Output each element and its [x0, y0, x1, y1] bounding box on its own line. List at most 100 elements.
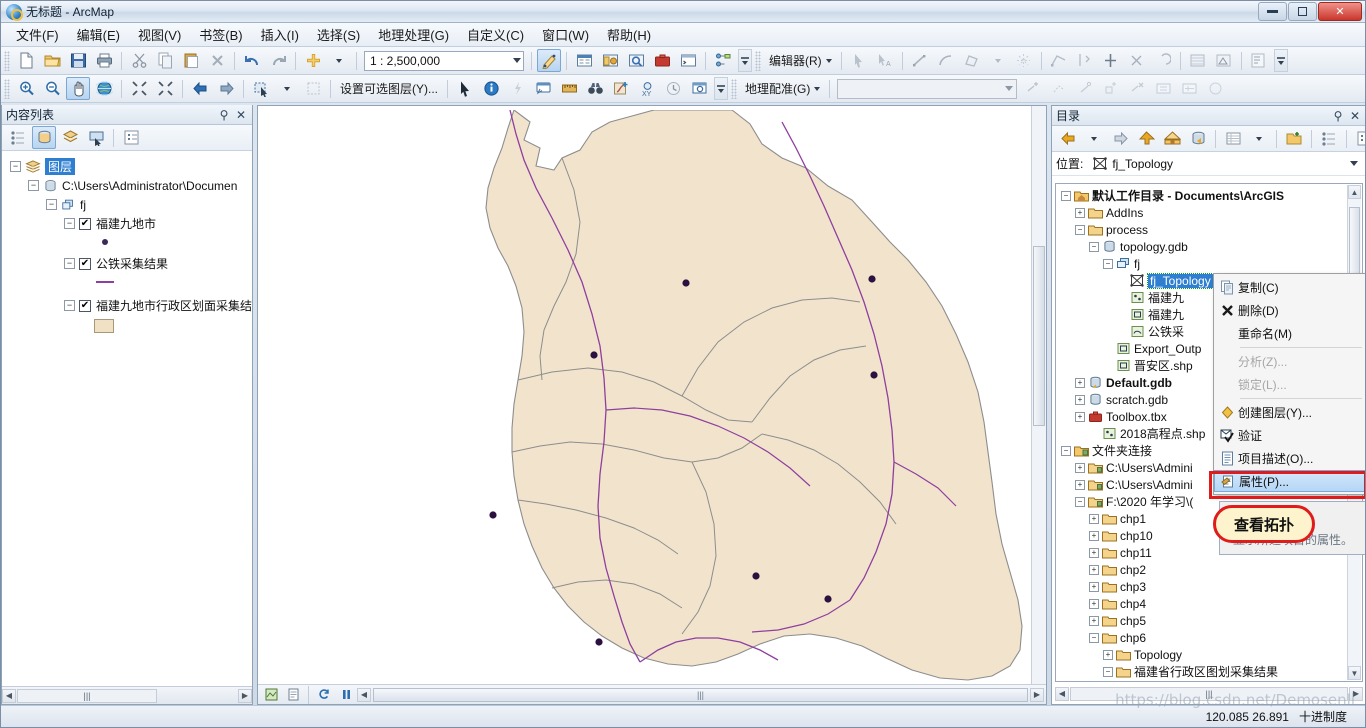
context-menu-item-properties[interactable]: 属性(P)... — [1214, 470, 1365, 492]
map-scroll-left-button[interactable]: ◀ — [357, 687, 371, 702]
select-features-button[interactable] — [249, 77, 273, 100]
add-data-dropdown[interactable] — [327, 49, 351, 72]
expander-collapse-icon[interactable]: − — [64, 300, 75, 311]
zoom-out-button[interactable] — [40, 77, 64, 100]
toc-options-button[interactable] — [119, 126, 143, 149]
catalog-toggle-contents-button[interactable] — [1221, 127, 1245, 150]
map-horizontal-scroll-thumb[interactable]: ||| — [373, 687, 1028, 702]
expander-expand-icon[interactable]: + — [1089, 513, 1099, 524]
catalog-scroll-up-button[interactable]: ▲ — [1348, 185, 1361, 199]
editor-toolbar-button[interactable] — [537, 49, 561, 72]
catalog-node-chp6[interactable]: − chp6 — [1059, 629, 1362, 646]
copy-button[interactable] — [153, 49, 177, 72]
context-menu-item-create-layer[interactable]: 创建图层(Y)... — [1214, 401, 1365, 424]
edit-annotation-button[interactable]: A — [873, 49, 897, 72]
map-scroll-right-button[interactable]: ▶ — [1030, 687, 1044, 702]
context-menu-item-item-description[interactable]: 项目描述(O)... — [1214, 447, 1365, 470]
menu-file[interactable]: 文件(F) — [7, 22, 68, 47]
select-elements-button[interactable] — [453, 77, 477, 100]
catalog-up-button[interactable] — [1134, 127, 1158, 150]
catalog-home-button[interactable] — [1160, 127, 1184, 150]
cut-polygons-button[interactable] — [1073, 49, 1097, 72]
catalog-scroll-right-button[interactable]: ▶ — [1349, 686, 1363, 701]
fit-to-display-button[interactable] — [1151, 77, 1175, 100]
expander-expand-icon[interactable]: + — [1075, 462, 1085, 473]
split-tool-button[interactable] — [1099, 49, 1123, 72]
delete-button[interactable] — [205, 49, 229, 72]
search-window-button[interactable] — [624, 49, 648, 72]
paste-button[interactable] — [179, 49, 203, 72]
catalog-toolboxes-button[interactable] — [1317, 127, 1341, 150]
toc-horizontal-scrollbar[interactable]: ◀ ||| ▶ — [2, 686, 252, 704]
editor-menu-button[interactable]: 编辑器(R) — [764, 50, 837, 71]
add-control-points-button[interactable] — [1021, 77, 1045, 100]
close-icon[interactable]: ✕ — [1348, 109, 1362, 123]
expander-expand-icon[interactable]: + — [1075, 377, 1085, 388]
data-view-button[interactable] — [261, 687, 281, 703]
map-scale-combo[interactable]: 1 : 2,500,000 — [364, 50, 524, 71]
print-button[interactable] — [92, 49, 116, 72]
context-menu-item-delete[interactable]: 删除(D) — [1214, 299, 1365, 322]
expander-collapse-icon[interactable]: − — [1103, 666, 1113, 677]
catalog-location-combo[interactable]: fj_Topology — [1089, 154, 1362, 173]
toc-node-workspace[interactable]: − C:\Users\Administrator\Documen — [6, 176, 252, 195]
full-extent-button[interactable] — [92, 77, 116, 100]
update-georeferencing-button[interactable] — [1177, 77, 1201, 100]
fixed-zoom-out-button[interactable] — [153, 77, 177, 100]
pin-icon[interactable]: ⚲ — [217, 108, 231, 122]
model-builder-button[interactable] — [711, 49, 735, 72]
undo-button[interactable] — [240, 49, 264, 72]
view-link-table-button[interactable] — [1047, 77, 1071, 100]
expander-expand-icon[interactable]: + — [1089, 530, 1099, 541]
catalog-node-fujian-folder[interactable]: − 福建省行政区图划采集结果 — [1059, 663, 1362, 680]
expander-collapse-icon[interactable]: − — [1061, 445, 1071, 456]
toc-layer-line[interactable]: − ✔ 公铁采集结果 — [6, 254, 252, 273]
expander-expand-icon[interactable]: + — [1089, 547, 1099, 558]
pause-drawing-button[interactable] — [336, 687, 356, 703]
catalog-node-chp3[interactable]: + chp3 — [1059, 578, 1362, 595]
set-selectable-layers-button[interactable]: 设置可选图层(Y)... — [335, 78, 443, 99]
catalog-node-chp2[interactable]: + chp2 — [1059, 561, 1362, 578]
list-by-source-button[interactable] — [32, 126, 56, 149]
catalog-default-gdb-button[interactable] — [1186, 127, 1210, 150]
restore-button[interactable] — [1288, 1, 1317, 21]
zoom-in-button[interactable] — [14, 77, 38, 100]
menu-geoprocessing[interactable]: 地理处理(G) — [369, 22, 458, 47]
hyperlink-button[interactable] — [505, 77, 529, 100]
expander-collapse-icon[interactable]: − — [64, 218, 75, 229]
editor-overflow-button[interactable] — [1273, 49, 1288, 72]
pin-icon[interactable]: ⚲ — [1331, 109, 1345, 123]
catalog-node-home-workspace[interactable]: − 默认工作目录 - Documents\ArcGIS — [1059, 187, 1362, 204]
expander-expand-icon[interactable]: + — [1089, 615, 1099, 626]
catalog-scroll-down-button[interactable]: ▼ — [1348, 666, 1361, 680]
scroll-left-button[interactable]: ◀ — [2, 688, 16, 703]
connect-to-folder-button[interactable] — [1282, 127, 1306, 150]
catalog-node-fj-dataset[interactable]: − fj — [1059, 255, 1362, 272]
map-vertical-scrollbar[interactable] — [1031, 106, 1046, 684]
cut-button[interactable] — [127, 49, 151, 72]
create-features-button[interactable] — [1247, 49, 1271, 72]
measure-button[interactable] — [557, 77, 581, 100]
menu-insert[interactable]: 插入(I) — [252, 22, 308, 47]
georef-more-button[interactable] — [1203, 77, 1227, 100]
catalog-search-button[interactable] — [1352, 127, 1365, 150]
delete-control-point-button[interactable] — [1125, 77, 1149, 100]
catalog-node-fujian-shp[interactable]: 福建九地市.shp — [1059, 680, 1362, 681]
catalog-scroll-thumb[interactable]: ||| — [1070, 686, 1348, 701]
identify-button[interactable] — [479, 77, 503, 100]
menu-help[interactable]: 帮助(H) — [598, 22, 660, 47]
previous-extent-button[interactable] — [188, 77, 212, 100]
expander-expand-icon[interactable]: + — [1089, 581, 1099, 592]
curve-segment-button[interactable] — [934, 49, 958, 72]
sketch-properties-button[interactable] — [1212, 49, 1236, 72]
catalog-node-addins[interactable]: + AddIns — [1059, 204, 1362, 221]
refresh-view-button[interactable] — [314, 687, 334, 703]
expander-expand-icon[interactable]: + — [1075, 479, 1085, 490]
clear-selection-button[interactable] — [301, 77, 325, 100]
expander-expand-icon[interactable]: + — [1075, 207, 1085, 218]
menu-windows[interactable]: 窗口(W) — [533, 22, 598, 47]
close-button[interactable]: ✕ — [1318, 1, 1362, 21]
expander-collapse-icon[interactable]: − — [1089, 632, 1099, 643]
catalog-horizontal-scrollbar[interactable]: ◀ ||| ▶ — [1055, 685, 1363, 702]
python-window-button[interactable] — [676, 49, 700, 72]
